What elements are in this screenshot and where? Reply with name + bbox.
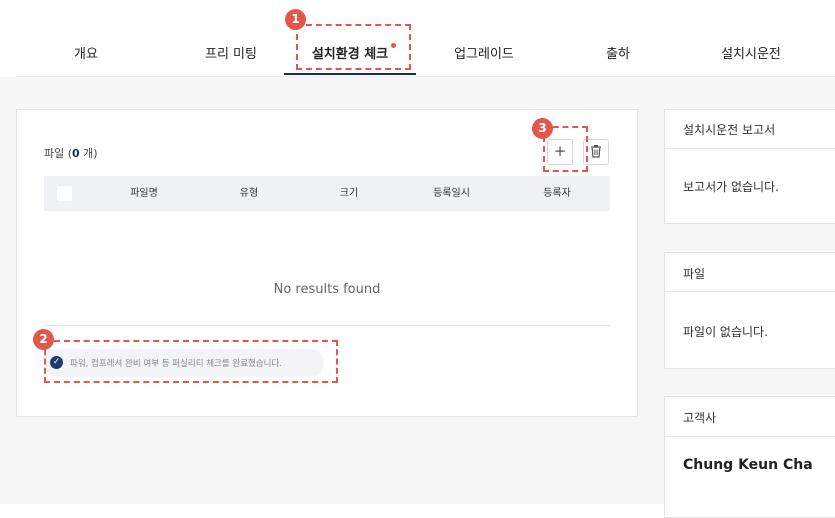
column-type[interactable]: 유형 (199, 176, 299, 211)
divider (664, 148, 835, 149)
annotation-box-2 (44, 340, 338, 383)
tab-shipping[interactable]: 출하 (593, 38, 643, 75)
column-registered-at[interactable]: 등록일시 (399, 176, 504, 211)
divider (664, 436, 835, 437)
divider (664, 291, 835, 292)
side-file-empty-text: 파일이 없습니다. (683, 325, 768, 339)
tab-bar: 개요 프리 미팅 설치환경 체크 업그레이드 출하 설치시운전 (16, 38, 835, 77)
report-title: 설치시운전 보고서 (683, 123, 776, 137)
tab-upgrade[interactable]: 업그레이드 (444, 38, 524, 75)
file-count-title: 파일 (0 개) (44, 145, 98, 161)
annotation-badge-2: 2 (33, 329, 54, 350)
column-registrant[interactable]: 등록자 (504, 176, 610, 211)
customer-name: Chung Keun Cha (683, 457, 813, 473)
annotation-badge-1: 1 (285, 9, 306, 30)
annotation-box-1 (296, 24, 411, 70)
column-size[interactable]: 크기 (299, 176, 399, 211)
empty-state-text: No results found (273, 282, 381, 297)
select-all-checkbox[interactable] (57, 186, 72, 201)
annotation-badge-3: 3 (532, 118, 553, 139)
file-table-header: 파일명 유형 크기 등록일시 등록자 (44, 176, 610, 211)
trash-icon (591, 145, 601, 158)
tab-overview[interactable]: 개요 (46, 38, 126, 75)
column-file-name[interactable]: 파일명 (89, 176, 199, 211)
file-count: 0 (72, 147, 80, 160)
tab-pre-meeting[interactable]: 프리 미팅 (176, 38, 286, 75)
side-file-title: 파일 (683, 267, 706, 281)
report-empty-text: 보고서가 없습니다. (683, 180, 779, 194)
tab-installation-commissioning[interactable]: 설치시운전 (706, 38, 796, 75)
customer-title: 고객사 (683, 411, 717, 425)
divider (44, 325, 610, 326)
file-title-prefix: 파일 ( (44, 147, 73, 160)
file-title-suffix: 개) (79, 147, 98, 160)
